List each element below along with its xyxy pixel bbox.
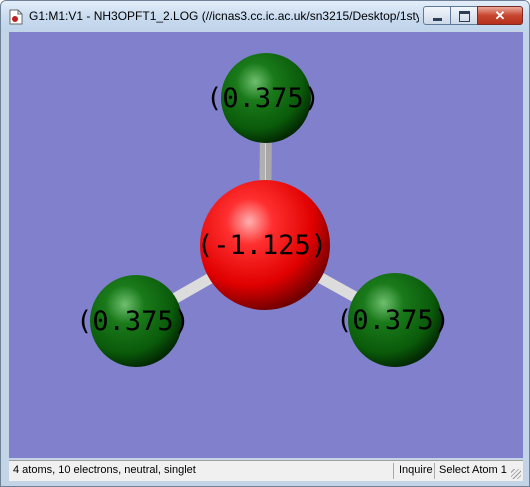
window-title: G1:M1:V1 - NH3OPFT1_2.LOG (//icnas3.cc.i… bbox=[29, 9, 419, 23]
charge-label-h3: (0.375) bbox=[336, 305, 450, 336]
maximize-icon bbox=[459, 11, 470, 22]
application-window: G1:M1:V1 - NH3OPFT1_2.LOG (//icnas3.cc.i… bbox=[0, 0, 530, 487]
status-divider bbox=[393, 463, 394, 479]
title-bar[interactable]: G1:M1:V1 - NH3OPFT1_2.LOG (//icnas3.cc.i… bbox=[1, 1, 529, 31]
charge-label-h1: (0.375) bbox=[206, 83, 320, 114]
charge-label-n: (-1.125) bbox=[197, 230, 327, 261]
charge-label-h2: (0.375) bbox=[76, 306, 190, 337]
resize-grip-icon[interactable] bbox=[511, 469, 521, 479]
status-divider bbox=[434, 463, 435, 479]
molecule-info-text: 4 atoms, 10 electrons, neutral, singlet bbox=[13, 464, 196, 476]
maximize-button[interactable] bbox=[450, 6, 478, 25]
mouse-mode-indicator: Inquire bbox=[399, 464, 433, 476]
close-button[interactable]: ✕ bbox=[477, 6, 523, 25]
window-controls: ✕ bbox=[423, 6, 523, 26]
molecule-viewport[interactable]: (0.375) (-1.125) (0.375) (0.375) bbox=[9, 32, 523, 458]
selection-status-text: Select Atom 1 bbox=[439, 464, 507, 476]
close-icon: ✕ bbox=[494, 8, 506, 23]
minimize-button[interactable] bbox=[423, 6, 451, 25]
molecule-canvas[interactable]: (0.375) (-1.125) (0.375) (0.375) bbox=[9, 32, 523, 458]
minimize-icon bbox=[433, 18, 442, 21]
status-bar: 4 atoms, 10 electrons, neutral, singlet … bbox=[9, 460, 523, 481]
gaussview-document-icon bbox=[9, 9, 23, 25]
